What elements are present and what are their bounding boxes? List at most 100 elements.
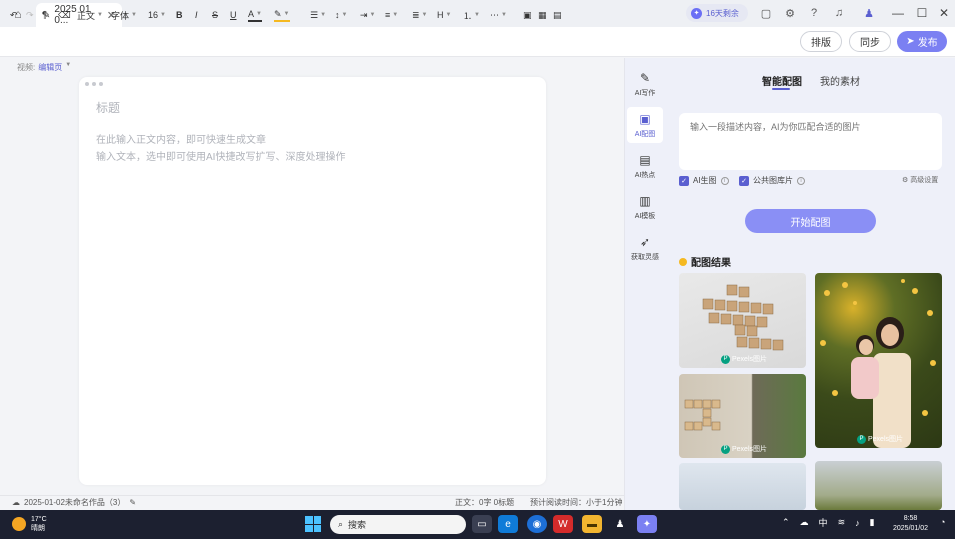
paragraph-style-select[interactable]: 正文 ▼	[77, 8, 103, 22]
settings-icon[interactable]: ⚙	[781, 5, 799, 21]
bold-icon[interactable]: B	[176, 8, 183, 22]
result-image-scrabble[interactable]: P Pexels图片	[679, 273, 806, 368]
browser-icon[interactable]: ◉	[527, 515, 547, 533]
wps-icon[interactable]: W	[553, 515, 573, 533]
notification-icon[interactable]: ♫	[830, 5, 848, 21]
ordered-list-icon[interactable]: ⒈ ▼	[463, 8, 480, 22]
checkmark-icon: ✓	[739, 175, 749, 186]
doc-type-value: 编辑页	[38, 63, 63, 72]
publish-button[interactable]: ➤ 发布	[897, 31, 947, 52]
insert-video-icon[interactable]: ▤	[553, 8, 562, 22]
notification-center-icon[interactable]: ◔	[940, 517, 945, 527]
device-icon[interactable]: ▢	[757, 5, 775, 21]
font-value: 字体	[111, 10, 130, 21]
user-avatar-icon[interactable]: ♟	[860, 5, 878, 21]
rail-item-ai-template[interactable]: ▥ AI模板	[627, 189, 663, 225]
pexels-icon: P	[857, 434, 866, 444]
font-select[interactable]: 字体 ▼	[111, 8, 137, 22]
body-placeholder-1[interactable]: 在此输入正文内容，即可快速生成文章	[96, 131, 266, 146]
drag-handle-icon[interactable]	[85, 82, 103, 86]
doc-type[interactable]: 视频: 编辑页 ▼	[17, 62, 71, 73]
info-icon[interactable]: i	[720, 176, 729, 185]
image-credit-text: Pexels图片	[732, 356, 768, 363]
tab-my-material[interactable]: 我的素材	[820, 73, 860, 88]
line-height-icon[interactable]: ↕ ▼	[335, 8, 347, 22]
clear-format-icon[interactable]: ⌫	[58, 8, 71, 22]
clock[interactable]: 8:58 2025/01/02	[893, 514, 928, 534]
volume-icon[interactable]: ♪	[855, 518, 860, 528]
start-image-button[interactable]: 开始配图	[745, 209, 876, 233]
help-icon[interactable]: ?	[805, 5, 823, 21]
edge-browser-icon[interactable]: e	[498, 515, 518, 533]
rocket-icon: ➶	[639, 234, 651, 249]
pexels-icon: P	[721, 444, 730, 454]
prompt-input[interactable]	[690, 122, 935, 132]
strikethrough-icon[interactable]: S	[212, 8, 218, 22]
cloud-tray-icon[interactable]: ☁	[800, 517, 809, 528]
spacing-icon[interactable]: ≡ ▼	[385, 8, 398, 22]
underline-icon[interactable]: U	[230, 8, 237, 22]
file-explorer-icon[interactable]: ▬	[582, 515, 602, 533]
italic-icon[interactable]: I	[195, 8, 198, 22]
editor-app-icon[interactable]: ✦	[637, 515, 657, 533]
list-icon[interactable]: ≣ ▼	[412, 8, 428, 22]
cloud-icon: ☁	[12, 498, 20, 507]
weather-widget[interactable]: 17°C 晴朗	[12, 515, 47, 533]
tab-smart-image[interactable]: 智能配图	[762, 73, 802, 88]
image-icon: ▣	[639, 111, 651, 126]
chevron-up-icon[interactable]: ⌃	[782, 517, 790, 528]
heading-icon[interactable]: H ▼	[437, 8, 451, 22]
result-image-love[interactable]: P Pexels图片	[679, 374, 806, 458]
more-icon[interactable]: ⋯ ▼	[490, 8, 507, 22]
weather-icon	[12, 517, 26, 531]
indent-icon[interactable]: ⇥ ▼	[360, 8, 376, 22]
image-credit-text: Pexels图片	[732, 446, 768, 453]
maximize-icon[interactable]: ☐	[910, 3, 934, 23]
task-view-icon[interactable]: ▭	[472, 515, 492, 533]
rail-item-ai-image[interactable]: ▣ AI配图	[627, 107, 663, 143]
ime-indicator[interactable]: 中	[819, 516, 828, 529]
rail-item-ai-hot[interactable]: ▤ AI热点	[627, 148, 663, 184]
active-tab-indicator	[772, 88, 790, 90]
windows-start-icon[interactable]	[305, 516, 321, 532]
bulb-icon	[679, 257, 687, 266]
result-image-mother-child[interactable]: P Pexels图片	[815, 273, 942, 448]
sync-button[interactable]: 同步	[849, 31, 891, 52]
title-placeholder[interactable]: 标题	[96, 99, 120, 116]
taskbar-search[interactable]: ⌕ 搜索	[330, 515, 466, 534]
result-image-trees[interactable]	[815, 461, 942, 510]
redo-icon[interactable]: ↷	[26, 8, 34, 22]
minimize-icon[interactable]: —	[886, 3, 910, 23]
body-placeholder-2[interactable]: 输入文本，选中即可使用AI快捷改写扩写、深度处理操作	[96, 148, 345, 163]
ai-generate-checkbox[interactable]: ✓ AI生图 i	[679, 175, 729, 186]
format-painter-icon[interactable]: ¶	[42, 8, 47, 22]
highlight-icon[interactable]: ✎ ▼	[274, 8, 290, 22]
chevron-down-icon: ▼	[131, 12, 137, 18]
doc-type-label: 视频:	[17, 63, 36, 72]
info-icon[interactable]: i	[797, 176, 805, 185]
undo-icon[interactable]: ↶	[10, 8, 18, 22]
public-library-label: 公共图库片	[753, 176, 793, 185]
paragraph-style-value: 正文	[77, 10, 96, 21]
taskbar-search-label: 搜索	[348, 520, 367, 530]
public-library-checkbox[interactable]: ✓ 公共图库片 i	[739, 175, 805, 186]
ai-credit-badge[interactable]: ✦ 16天剩余	[686, 4, 748, 22]
advanced-settings[interactable]: ⚙ 高级设置	[902, 175, 938, 185]
battery-icon[interactable]: ▮	[870, 517, 875, 528]
image-credit-text: Pexels图片	[868, 436, 904, 443]
align-icon[interactable]: ☰ ▼	[310, 8, 326, 22]
rename-icon[interactable]: ✎	[129, 498, 136, 507]
rail-item-label: AI配图	[634, 130, 656, 138]
font-color-icon[interactable]: A ▼	[248, 8, 262, 22]
insert-table-icon[interactable]: ▦	[538, 8, 547, 22]
qq-icon[interactable]: ♟	[610, 515, 630, 533]
rail-item-inspiration[interactable]: ➶ 获取灵感	[627, 230, 663, 266]
chevron-down-icon: ▼	[97, 12, 103, 18]
close-window-icon[interactable]: ✕	[932, 3, 955, 23]
result-image-sky[interactable]	[679, 463, 806, 510]
wifi-icon[interactable]: ≋	[838, 517, 846, 528]
font-size-select[interactable]: 16 ▼	[148, 8, 166, 22]
typeset-button[interactable]: 排版	[800, 31, 842, 52]
rail-item-ai-write[interactable]: ✎ AI写作	[627, 66, 663, 102]
insert-image-icon[interactable]: ▣	[523, 8, 532, 22]
